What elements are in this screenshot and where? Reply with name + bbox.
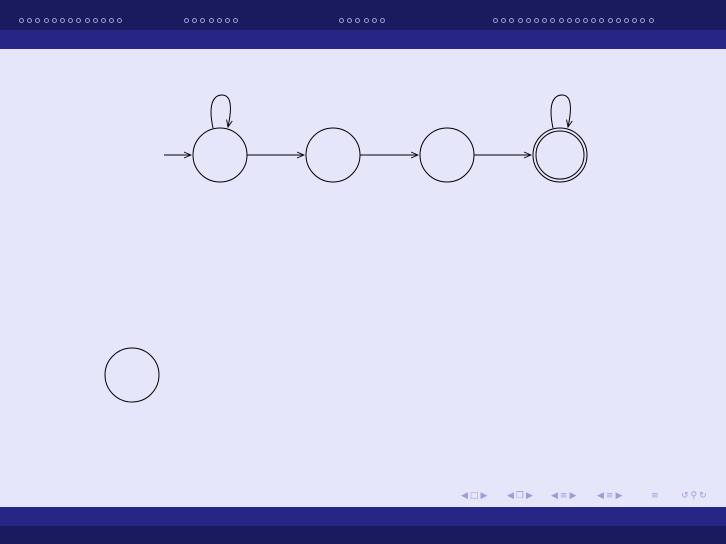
search-icon[interactable]: ⚲ — [691, 490, 698, 502]
self-loop-q3 — [550, 94, 570, 128]
forward-icon[interactable]: ↻ — [699, 490, 707, 502]
next-subsection-icon[interactable]: ▶ — [526, 490, 533, 502]
nav-search-group[interactable]: ↺ ⚲ ↻ — [680, 489, 708, 503]
state-q1 — [305, 127, 361, 183]
nav-slide-group[interactable]: ◀ ≡ ▶ — [596, 489, 623, 503]
state-q3-accepting — [532, 127, 588, 183]
footer-bar — [0, 526, 726, 544]
nav-subsection-group[interactable]: ◀ ❐ ▶ — [506, 489, 534, 503]
self-loop-q0 — [210, 94, 230, 128]
back-icon[interactable]: ↺ — [681, 490, 689, 502]
prev-slide-icon[interactable]: ◀ — [597, 490, 604, 502]
appendix-icon[interactable]: ≡ — [651, 490, 659, 502]
prev-section-icon[interactable]: ◀ — [551, 490, 558, 502]
frame-icon[interactable]: □ — [470, 490, 479, 502]
next-frame-icon[interactable]: ▶ — [480, 490, 487, 502]
subsection-icon[interactable]: ❐ — [516, 490, 524, 502]
next-section-icon[interactable]: ▶ — [569, 490, 576, 502]
nav-appendix-group[interactable]: ≡ — [650, 489, 660, 503]
section-icon[interactable]: ≡ — [560, 490, 568, 502]
prev-frame-icon[interactable]: ◀ — [461, 490, 468, 502]
slide-icon[interactable]: ≡ — [606, 490, 614, 502]
footer-subbar — [0, 507, 726, 526]
state-q2 — [419, 127, 475, 183]
nav-frame-group[interactable]: ◀ □ ▶ — [460, 489, 488, 503]
state-q0 — [192, 127, 248, 183]
prev-subsection-icon[interactable]: ◀ — [507, 490, 514, 502]
state-q4 — [104, 347, 160, 403]
nav-section-group[interactable]: ◀ ≡ ▶ — [550, 489, 577, 503]
next-slide-icon[interactable]: ▶ — [615, 490, 622, 502]
automaton-diagram — [104, 94, 588, 403]
